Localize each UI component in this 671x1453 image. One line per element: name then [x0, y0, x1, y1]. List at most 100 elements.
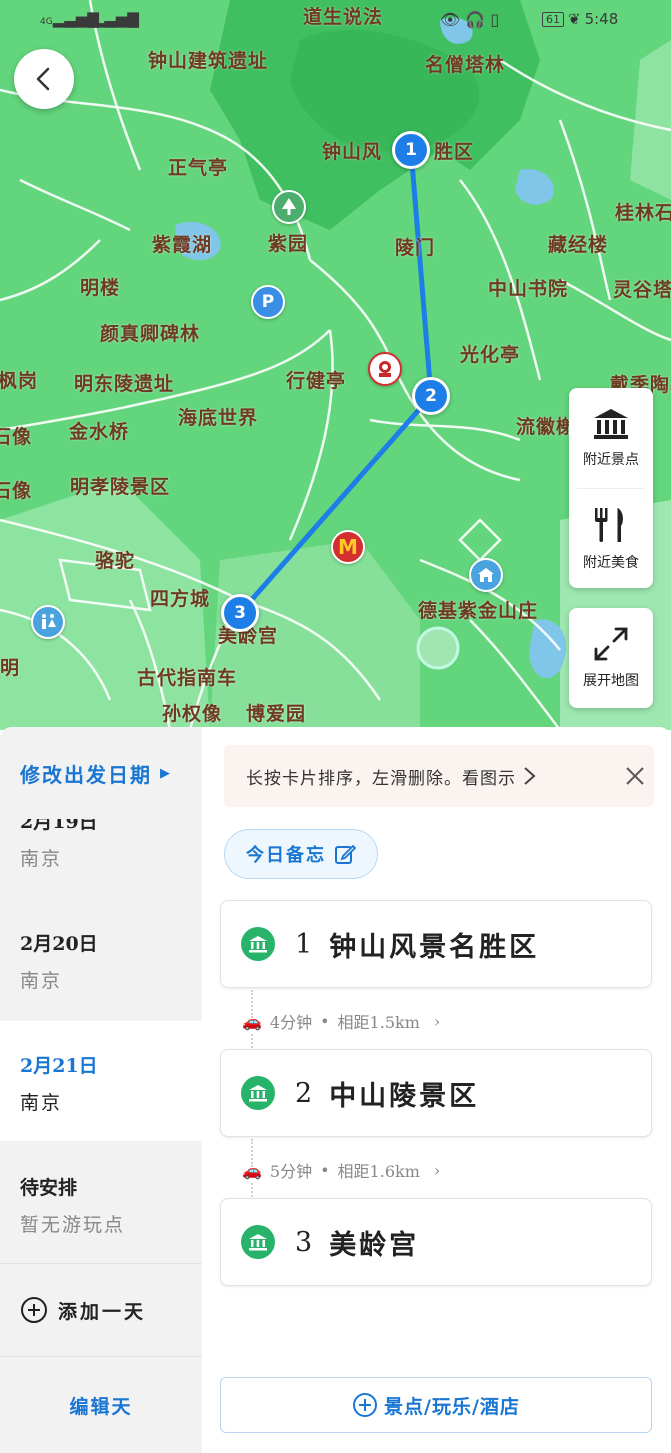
spot-name: 中山陵景区: [329, 1080, 480, 1112]
route-pin-1[interactable]: 1: [392, 131, 430, 169]
day-item-3[interactable]: 2月21日 南京: [0, 1021, 202, 1141]
daily-memo-label: 今日备忘: [246, 845, 326, 866]
map-label: 明楼: [80, 277, 121, 299]
transit-info-1[interactable]: 🚗 4分钟 • 相距1.5km ›: [242, 1001, 440, 1041]
parking-icon[interactable]: P: [251, 285, 285, 319]
transit-duration: 5分钟: [269, 1162, 313, 1181]
tip-bar[interactable]: 长按卡片排序，左滑删除。看图示: [224, 745, 654, 807]
mcdonalds-icon[interactable]: M: [331, 530, 365, 564]
day-city: 南京: [20, 848, 63, 870]
status-time: 5:48: [584, 10, 619, 28]
eye-icon: 👁: [440, 10, 461, 29]
day-date: 2月19日: [20, 819, 98, 833]
spot-name: 钟山风景名胜区: [329, 931, 540, 963]
map-label: 石像: [0, 426, 33, 448]
pending-day-item[interactable]: 待安排 暂无游玩点: [0, 1141, 202, 1263]
map-label: 道生说法: [303, 6, 384, 28]
itinerary-sheet: 修改出发日期 ▶ 2月19日 南京 2月20日 南京 2月21日 南京 待安排 …: [0, 727, 671, 1453]
modify-date-button[interactable]: 修改出发日期 ▶: [0, 727, 202, 819]
close-icon[interactable]: [624, 765, 646, 787]
tip-text: 长按卡片排序，左滑删除。看图示: [246, 768, 516, 789]
fork-knife-icon: [595, 508, 623, 542]
pending-subtitle: 暂无游玩点: [20, 1214, 126, 1236]
map-label: 博爱园: [246, 703, 307, 725]
daily-memo-button[interactable]: 今日备忘: [224, 829, 378, 879]
map-label: 紫霞湖: [152, 234, 213, 256]
add-place-button[interactable]: 景点/玩乐/酒店: [220, 1377, 652, 1433]
map-label: 德基紫金山庄: [418, 600, 539, 622]
spot-index: 1: [295, 928, 316, 960]
map-label: 石像: [0, 480, 33, 502]
transit-info-2[interactable]: 🚗 5分钟 • 相距1.6km ›: [242, 1150, 440, 1190]
nearby-food-button[interactable]: 附近美食: [569, 489, 653, 589]
map-label: 金水桥: [69, 421, 130, 443]
add-day-button[interactable]: 添加一天: [0, 1264, 202, 1356]
kfc-icon[interactable]: [368, 352, 402, 386]
attraction-icon: [241, 1225, 275, 1259]
route-pin-2[interactable]: 2: [412, 377, 450, 415]
map-label: 桂林石: [615, 202, 671, 224]
museum-icon: [594, 409, 628, 439]
spot-card-3[interactable]: 3 美龄宫: [220, 1198, 652, 1286]
nearby-spots-button[interactable]: 附近景点: [569, 388, 653, 488]
hotel-icon[interactable]: [469, 558, 503, 592]
nearby-panel: 附近景点 附近美食: [569, 388, 653, 588]
attraction-icon: [241, 1076, 275, 1110]
signal-indicator-2: 4G▂▃▅▇: [80, 10, 139, 28]
battery-indicator: 61 ❦ 5:48: [542, 10, 618, 28]
car-icon: 🚗: [242, 1011, 262, 1031]
map-label: 流徽榭: [516, 416, 577, 438]
edit-days-button[interactable]: 编辑天: [0, 1357, 202, 1453]
pending-title: 待安排: [20, 1177, 78, 1199]
leaf-icon: ❦: [568, 10, 581, 28]
day-date: 2月21日: [20, 1055, 98, 1077]
vibrate-icon: ▯: [490, 10, 500, 29]
map-label: 紫园: [268, 233, 309, 255]
expand-map-label: 展开地图: [583, 673, 639, 689]
map-label: 胜区: [434, 141, 475, 163]
chevron-right-icon: ›: [433, 1160, 441, 1180]
day-item-1[interactable]: 2月19日 南京: [0, 819, 202, 929]
transit-distance: 相距1.5km: [337, 1013, 420, 1032]
add-place-label: 景点/玩乐/酒店: [384, 1395, 520, 1418]
map-label: 光化亭: [460, 344, 521, 366]
caret-right-icon: ▶: [160, 765, 172, 781]
map-view[interactable]: 4G▂▃▅▇ 4G▂▃▅▇ 👁 🎧 ▯ 61 ❦ 5:48 道生说法 钟山建筑遗…: [0, 0, 671, 730]
car-icon: 🚗: [242, 1160, 262, 1180]
route-pin-3[interactable]: 3: [221, 594, 259, 632]
spot-card-2[interactable]: 2 中山陵景区: [220, 1049, 652, 1137]
day-date: 2月20日: [20, 933, 98, 955]
plus-circle-icon: [353, 1393, 378, 1417]
park-icon[interactable]: [272, 190, 306, 224]
nearby-food-label: 附近美食: [583, 555, 639, 571]
spot-card-1[interactable]: 1 钟山风景名胜区: [220, 900, 652, 988]
back-button[interactable]: [14, 49, 74, 109]
chevron-right-icon: [524, 767, 536, 785]
chevron-right-icon: ›: [433, 1011, 441, 1031]
map-label: 明东陵遗址: [74, 373, 175, 395]
chevron-left-icon: [36, 67, 50, 91]
attraction-icon: [241, 927, 275, 961]
map-label: 中山书院: [488, 278, 569, 300]
day-city: 南京: [20, 970, 63, 992]
map-label: 颜真卿碑林: [100, 323, 201, 345]
edit-icon: [335, 844, 356, 864]
map-label: 明孝陵景区: [70, 476, 171, 498]
map-label: 正气亭: [168, 157, 229, 179]
day-item-2[interactable]: 2月20日 南京: [0, 929, 202, 1021]
day-city: 南京: [20, 1092, 63, 1114]
status-icons: 👁 🎧 ▯: [440, 10, 499, 29]
expand-map-panel: 展开地图: [569, 608, 653, 708]
plus-circle-icon: [21, 1297, 47, 1323]
map-label: 古代指南车: [137, 667, 238, 689]
map-label: 骆驼: [95, 550, 136, 572]
map-label: 名僧塔林: [425, 54, 506, 76]
headphones-icon: 🎧: [465, 10, 486, 29]
day-content: 长按卡片排序，左滑删除。看图示 今日备忘 1 钟山风景名胜区 🚗 4分钟 • 相…: [202, 727, 671, 1453]
transit-distance: 相距1.6km: [337, 1162, 420, 1181]
expand-map-button[interactable]: 展开地图: [569, 608, 653, 708]
map-label: 钟山建筑遗址: [148, 50, 269, 72]
restroom-icon[interactable]: [31, 605, 65, 639]
expand-icon: [594, 627, 628, 661]
map-label: 钟山风: [322, 141, 383, 163]
